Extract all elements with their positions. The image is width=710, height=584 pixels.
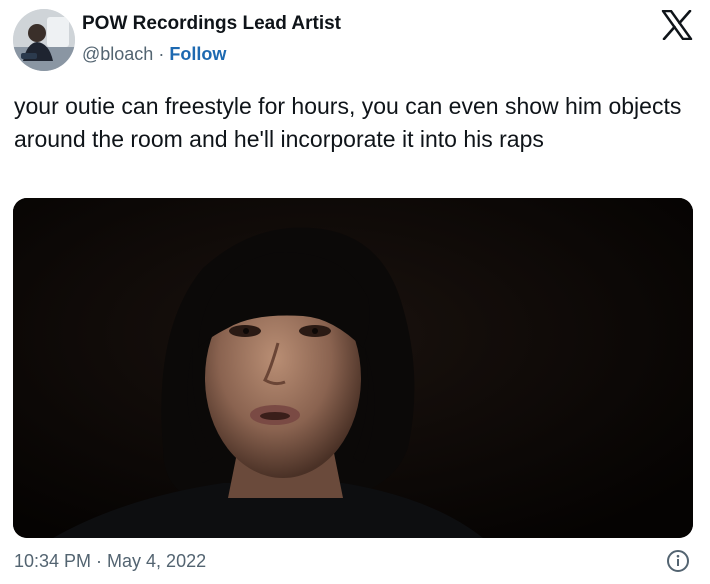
- timestamp[interactable]: 10:34 PM · May 4, 2022: [14, 551, 206, 572]
- info-icon[interactable]: [666, 549, 690, 573]
- handle-separator: ·: [158, 44, 170, 64]
- tweet-text: your outie can freestyle for hours, you …: [14, 93, 682, 152]
- follow-button[interactable]: Follow: [169, 44, 226, 64]
- author-handle[interactable]: @bloach: [82, 44, 153, 64]
- avatar-image: [13, 9, 75, 71]
- avatar[interactable]: [13, 9, 75, 71]
- tweet-card: POW Recordings Lead Artist @bloach · Fol…: [0, 0, 710, 584]
- handle-row: @bloach · Follow: [82, 44, 226, 65]
- media-video[interactable]: [13, 198, 693, 538]
- author-name[interactable]: POW Recordings Lead Artist: [82, 13, 341, 35]
- x-logo-icon[interactable]: [661, 10, 693, 40]
- video-frame: [13, 198, 693, 538]
